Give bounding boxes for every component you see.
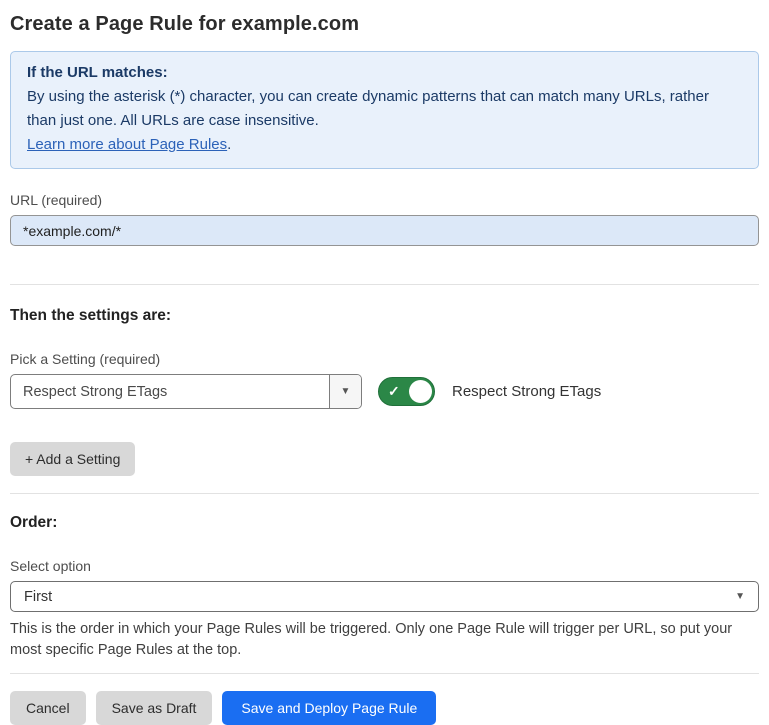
url-input[interactable] — [10, 215, 759, 246]
check-icon: ✓ — [388, 383, 400, 400]
page-rule-form: Create a Page Rule for example.com If th… — [0, 0, 769, 725]
order-section-heading: Order: — [10, 514, 759, 532]
chevron-down-icon: ▼ — [341, 387, 351, 397]
divider — [10, 493, 759, 494]
divider — [10, 284, 759, 285]
pick-setting-label: Pick a Setting (required) — [10, 351, 759, 367]
setting-select-arrow-button[interactable]: ▼ — [329, 375, 361, 408]
order-select[interactable]: First ▼ — [10, 581, 759, 612]
learn-more-link[interactable]: Learn more about Page Rules — [27, 136, 227, 153]
chevron-down-icon: ▼ — [735, 592, 745, 602]
info-box-link-line: Learn more about Page Rules. — [27, 133, 742, 157]
cancel-button[interactable]: Cancel — [10, 691, 86, 725]
divider — [10, 673, 759, 674]
setting-select[interactable]: Respect Strong ETags ▼ — [10, 374, 362, 409]
url-match-info-box: If the URL matches: By using the asteris… — [10, 51, 759, 169]
link-suffix: . — [227, 136, 231, 153]
info-box-body: By using the asterisk (*) character, you… — [27, 85, 742, 133]
setting-select-value: Respect Strong ETags — [11, 375, 329, 408]
page-title: Create a Page Rule for example.com — [10, 0, 759, 38]
etag-toggle[interactable]: ✓ — [378, 377, 435, 406]
order-select-label: Select option — [10, 558, 759, 574]
save-and-deploy-button[interactable]: Save and Deploy Page Rule — [222, 691, 436, 725]
footer-button-row: Cancel Save as Draft Save and Deploy Pag… — [10, 691, 759, 725]
order-select-value: First — [24, 589, 52, 605]
add-setting-button[interactable]: + Add a Setting — [10, 442, 135, 476]
url-label: URL (required) — [10, 192, 759, 208]
order-help-text: This is the order in which your Page Rul… — [10, 619, 755, 661]
etag-toggle-label: Respect Strong ETags — [452, 383, 601, 400]
settings-section-heading: Then the settings are: — [10, 307, 759, 325]
save-as-draft-button[interactable]: Save as Draft — [96, 691, 213, 725]
info-box-heading: If the URL matches: — [27, 61, 742, 85]
setting-row: Respect Strong ETags ▼ ✓ Respect Strong … — [10, 374, 759, 409]
toggle-knob — [409, 380, 432, 403]
etag-toggle-group: ✓ Respect Strong ETags — [378, 377, 601, 406]
